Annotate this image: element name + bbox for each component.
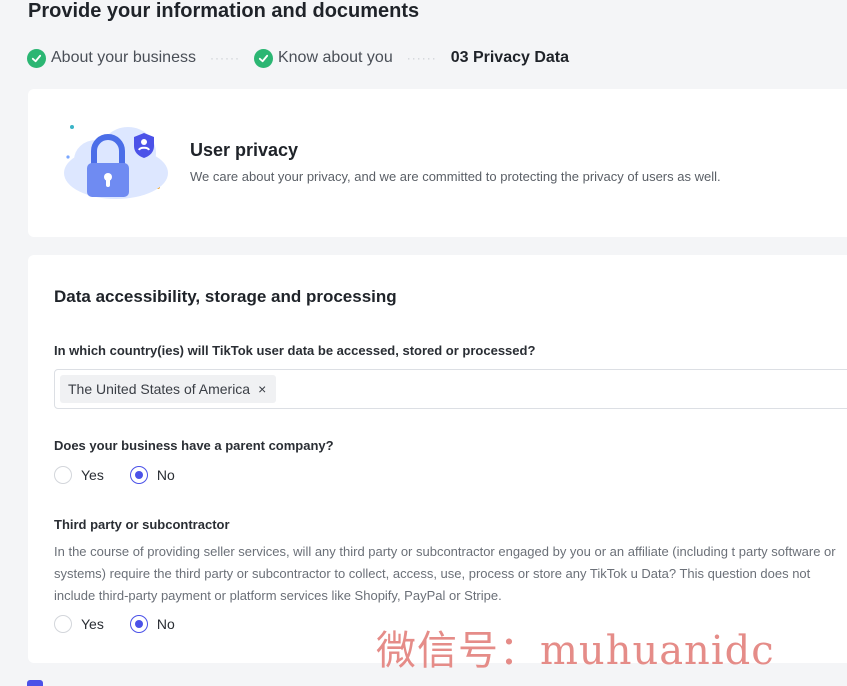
step-about-business[interactable]: About your business [27, 48, 196, 68]
page-title: Provide your information and documents [28, 0, 420, 22]
parent-company-no-radio[interactable]: No [129, 466, 175, 484]
third-party-description: In the course of providing seller servic… [54, 544, 836, 603]
parent-company-question: Does your business have a parent company… [54, 438, 334, 453]
data-accessibility-card: Data accessibility, storage and processi… [28, 255, 847, 663]
radio-circle-selected [129, 615, 148, 633]
radio-label: Yes [81, 467, 104, 483]
section-title: Data accessibility, storage and processi… [54, 287, 397, 306]
radio-circle [54, 615, 72, 633]
radio-label: No [156, 616, 175, 632]
parent-company-radio-group: Yes No [54, 466, 201, 484]
step-label: Know about you [277, 49, 393, 66]
third-party-title: Third party or subcontractor [54, 517, 230, 532]
watermark-text: 微信号：muhuanidc [376, 628, 775, 674]
check-circle-icon [27, 48, 46, 68]
radio-label: Yes [81, 616, 104, 632]
radio-circle-selected [129, 466, 148, 484]
privacy-title: User privacy [190, 140, 299, 160]
third-party-no-radio[interactable]: No [129, 615, 175, 633]
privacy-description: We care about your privacy, and we are c… [190, 169, 721, 184]
step-separator: ······ [209, 51, 240, 65]
country-chip: The United States of America × [60, 375, 277, 403]
radio-label: No [156, 467, 175, 483]
remove-icon[interactable]: × [258, 381, 266, 397]
privacy-lock-icon [58, 115, 168, 205]
progress-stepper: About your business ······ Know about yo… [27, 48, 569, 68]
agreement-checkbox[interactable] [27, 680, 43, 686]
privacy-card: User privacy We care about your privacy,… [28, 89, 847, 237]
country-multiselect[interactable]: The United States of America × [54, 369, 847, 409]
step-privacy-data[interactable]: 03 Privacy Data [451, 49, 569, 67]
step-label: About your business [51, 49, 196, 66]
step-label: 03 Privacy Data [450, 49, 570, 66]
country-question-label: In which country(ies) will TikTok user d… [54, 343, 536, 358]
step-know-about-you[interactable]: Know about you [253, 48, 393, 68]
step-separator: ······ [406, 51, 437, 65]
check-circle-icon [253, 48, 273, 68]
parent-company-yes-radio[interactable]: Yes [54, 466, 104, 484]
country-chip-label: The United States of America [68, 381, 251, 397]
third-party-radio-group: Yes No [54, 615, 201, 633]
radio-circle [54, 466, 72, 484]
third-party-yes-radio[interactable]: Yes [54, 615, 104, 633]
